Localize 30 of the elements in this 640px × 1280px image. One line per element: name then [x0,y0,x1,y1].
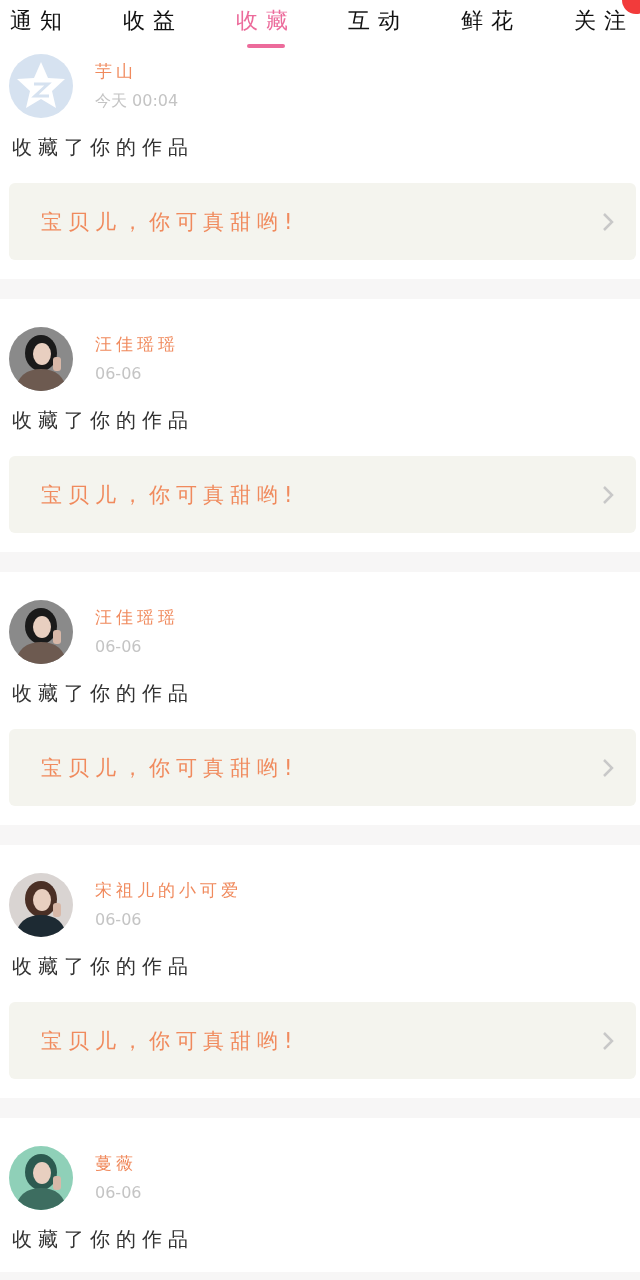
timestamp: 06-06 [95,1183,142,1202]
action-text: 收藏了你的作品 [11,680,195,707]
chevron-right-icon [602,484,614,505]
timestamp: 06-06 [95,910,143,929]
action-text: 收藏了你的作品 [11,134,195,161]
tab[interactable]: 互动 [348,0,409,48]
tab[interactable]: 收藏 [235,0,296,48]
user-name[interactable]: 汪佳瑶瑶 [95,606,179,629]
action-text: 收藏了你的作品 [11,953,195,980]
action-text: 收藏了你的作品 [11,407,195,434]
user-name[interactable]: 汪佳瑶瑶 [95,333,179,356]
chevron-right-icon [602,757,614,778]
chevron-right-icon [602,211,614,232]
action-text: 收藏了你的作品 [11,1226,195,1253]
timestamp: 06-06 [95,637,143,656]
tab[interactable]: 关注 [574,0,634,48]
user-name[interactable]: 宋祖儿的小可爱 [95,879,242,902]
user-name[interactable]: 蔓薇 [95,1152,142,1175]
timestamp: 06-06 [95,364,143,383]
work-link[interactable]: 宝贝儿，你可真甜哟! [9,456,636,533]
chevron-right-icon [602,1030,614,1051]
default-avatar-icon [9,54,73,118]
work-link[interactable]: 宝贝儿，你可真甜哟! [9,1002,636,1079]
tab[interactable]: 鲜花 [461,0,522,48]
work-link[interactable]: 宝贝儿，你可真甜哟! [9,183,636,260]
timestamp: 今天 00:04 [95,91,179,112]
work-link[interactable]: 宝贝儿，你可真甜哟! [9,729,636,806]
tab[interactable]: 收益 [122,0,183,48]
user-name[interactable]: 芋山 [95,60,179,83]
tab[interactable]: 通知 [10,0,70,48]
